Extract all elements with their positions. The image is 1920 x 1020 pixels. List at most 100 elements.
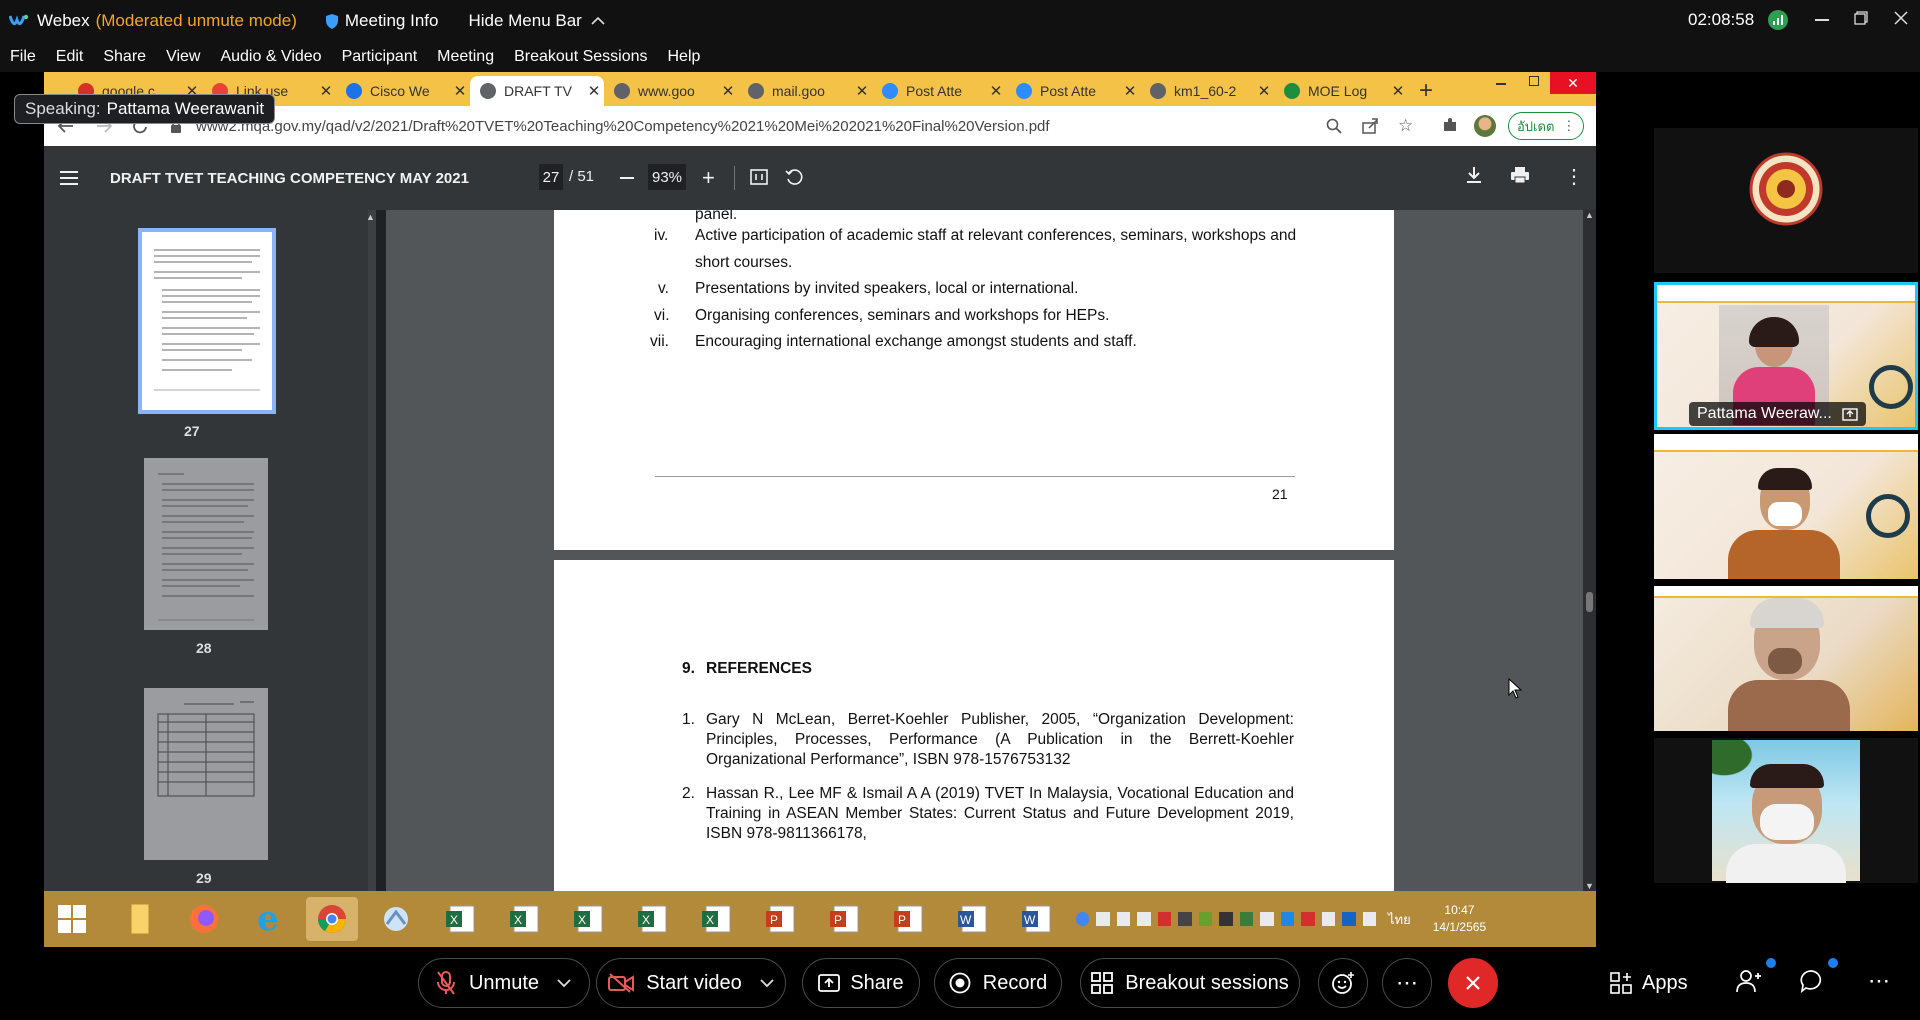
excel-icon[interactable]: X <box>690 897 742 941</box>
browser-tab[interactable]: Post Atte ✕ <box>1006 76 1140 106</box>
scroll-up-icon[interactable]: ▲ <box>1583 210 1596 220</box>
video-tile[interactable] <box>1654 434 1918 579</box>
tab-close-icon[interactable]: ✕ <box>1120 82 1140 100</box>
file-explorer-icon[interactable] <box>114 897 166 941</box>
share-page-icon[interactable] <box>1362 118 1378 134</box>
restore-icon[interactable] <box>1854 11 1868 25</box>
video-tile[interactable] <box>1654 586 1918 731</box>
chrome-icon[interactable] <box>306 897 358 941</box>
word-icon[interactable]: W <box>1010 897 1062 941</box>
browser-tab[interactable]: Cisco We ✕ <box>336 76 470 106</box>
excel-icon[interactable]: X <box>562 897 614 941</box>
browser-tab-active[interactable]: DRAFT TV ✕ <box>470 76 604 106</box>
tab-close-icon[interactable]: ✕ <box>584 82 604 100</box>
tab-close-icon[interactable]: ✕ <box>1388 82 1408 100</box>
reactions-button[interactable] <box>1318 958 1368 1008</box>
share-button[interactable]: Share <box>802 958 920 1008</box>
more-options-button[interactable]: ⋯ <box>1382 958 1432 1008</box>
powerpoint-icon[interactable]: P <box>754 897 806 941</box>
shield-icon[interactable] <box>325 13 339 30</box>
download-icon[interactable] <box>1466 166 1482 184</box>
browser-tab[interactable]: km1_60-2 ✕ <box>1140 76 1274 106</box>
hamburger-menu-icon[interactable] <box>60 171 78 185</box>
windows-start-icon[interactable] <box>58 905 86 933</box>
more-options-icon[interactable]: ⋮ <box>1564 164 1584 189</box>
participants-button[interactable] <box>1736 958 1776 994</box>
input-language[interactable]: ไทย <box>1388 909 1411 930</box>
menu-participant[interactable]: Participant <box>342 48 418 66</box>
print-icon[interactable] <box>1510 166 1530 184</box>
powerpoint-icon[interactable]: P <box>818 897 870 941</box>
hide-menu-bar-button[interactable]: Hide Menu Bar <box>468 11 581 31</box>
app-icon[interactable] <box>370 897 422 941</box>
thumbnail-page-29[interactable] <box>144 688 268 860</box>
system-tray-icons[interactable] <box>1076 909 1377 929</box>
record-button[interactable]: Record <box>934 958 1062 1008</box>
browser-tab[interactable]: www.goo ✕ <box>604 76 738 106</box>
host-logo-tile[interactable] <box>1654 128 1918 273</box>
unmute-button[interactable]: Unmute <box>418 958 590 1008</box>
signal-stats-icon[interactable] <box>1768 10 1788 30</box>
chat-button[interactable] <box>1800 958 1838 993</box>
menu-meeting[interactable]: Meeting <box>437 48 494 66</box>
menu-share[interactable]: Share <box>103 48 146 66</box>
window-restore-icon[interactable] <box>1529 76 1539 86</box>
menu-file[interactable]: File <box>10 48 36 66</box>
sidebar-scroll-up-icon[interactable]: ▲ <box>366 212 375 222</box>
thumbnail-page-28[interactable] <box>144 458 268 630</box>
new-tab-icon[interactable]: + <box>1408 76 1444 106</box>
excel-icon[interactable]: X <box>626 897 678 941</box>
browser-tab[interactable]: MOE Log ✕ <box>1274 76 1408 106</box>
meeting-info-button[interactable]: Meeting Info <box>345 11 439 31</box>
video-tile-active-speaker[interactable]: Pattama Weeraw... <box>1654 282 1918 430</box>
thumbnail-page-27[interactable] <box>138 228 276 414</box>
window-minimize-icon[interactable] <box>1496 83 1506 85</box>
leave-meeting-button[interactable] <box>1448 958 1498 1008</box>
profile-avatar[interactable] <box>1474 115 1496 137</box>
taskbar-clock[interactable]: 10:47 14/1/2565 <box>1433 902 1486 936</box>
tab-close-icon[interactable]: ✕ <box>852 82 872 100</box>
start-video-button[interactable]: Start video <box>596 958 786 1008</box>
zoom-in-icon[interactable]: + <box>702 167 715 189</box>
menu-audio-video[interactable]: Audio & Video <box>220 48 321 66</box>
browser-tab[interactable]: mail.goo ✕ <box>738 76 872 106</box>
more-panels-button[interactable]: ⋯ <box>1868 968 1890 994</box>
tab-close-icon[interactable]: ✕ <box>718 82 738 100</box>
breakout-sessions-button[interactable]: Breakout sessions <box>1080 958 1300 1008</box>
video-tile[interactable] <box>1654 738 1918 883</box>
update-button[interactable]: อัปเดต ⋮ <box>1508 112 1585 140</box>
menu-edit[interactable]: Edit <box>56 48 84 66</box>
search-icon[interactable] <box>1326 118 1342 134</box>
scroll-thumb[interactable] <box>1586 592 1593 612</box>
word-icon[interactable]: W <box>946 897 998 941</box>
close-icon[interactable] <box>1893 10 1909 26</box>
url-field[interactable]: www2.mqa.gov.my/qad/v2/2021/Draft%20TVET… <box>196 118 1050 135</box>
scroll-down-icon[interactable]: ▼ <box>1583 881 1596 891</box>
minimize-icon[interactable] <box>1815 19 1829 21</box>
apps-button[interactable]: Apps <box>1610 968 1688 998</box>
menu-help[interactable]: Help <box>668 48 701 66</box>
rotate-icon[interactable] <box>785 168 803 186</box>
zoom-level-input[interactable]: 93% <box>648 164 686 190</box>
chevron-down-icon[interactable] <box>557 978 571 988</box>
zoom-out-icon[interactable] <box>620 177 634 179</box>
menu-breakout-sessions[interactable]: Breakout Sessions <box>514 48 647 66</box>
document-scrollbar[interactable]: ▲ ▼ <box>1583 210 1596 891</box>
tab-close-icon[interactable]: ✕ <box>316 82 336 100</box>
browser-tab[interactable]: Post Atte ✕ <box>872 76 1006 106</box>
menu-view[interactable]: View <box>166 48 200 66</box>
chevron-down-icon[interactable] <box>760 978 774 988</box>
fit-page-icon[interactable] <box>750 169 768 185</box>
window-close-icon[interactable]: ✕ <box>1550 72 1596 94</box>
powerpoint-icon[interactable]: P <box>882 897 934 941</box>
sidebar-scrollbar[interactable] <box>368 210 376 891</box>
tab-close-icon[interactable]: ✕ <box>1254 82 1274 100</box>
star-icon[interactable]: ☆ <box>1398 117 1413 134</box>
excel-icon[interactable]: X <box>434 897 486 941</box>
tab-close-icon[interactable]: ✕ <box>986 82 1006 100</box>
excel-icon[interactable]: X <box>498 897 550 941</box>
chevron-up-icon[interactable] <box>590 16 606 26</box>
extensions-icon[interactable] <box>1442 117 1458 133</box>
tab-close-icon[interactable]: ✕ <box>450 82 470 100</box>
internet-explorer-icon[interactable]: e <box>242 897 294 941</box>
